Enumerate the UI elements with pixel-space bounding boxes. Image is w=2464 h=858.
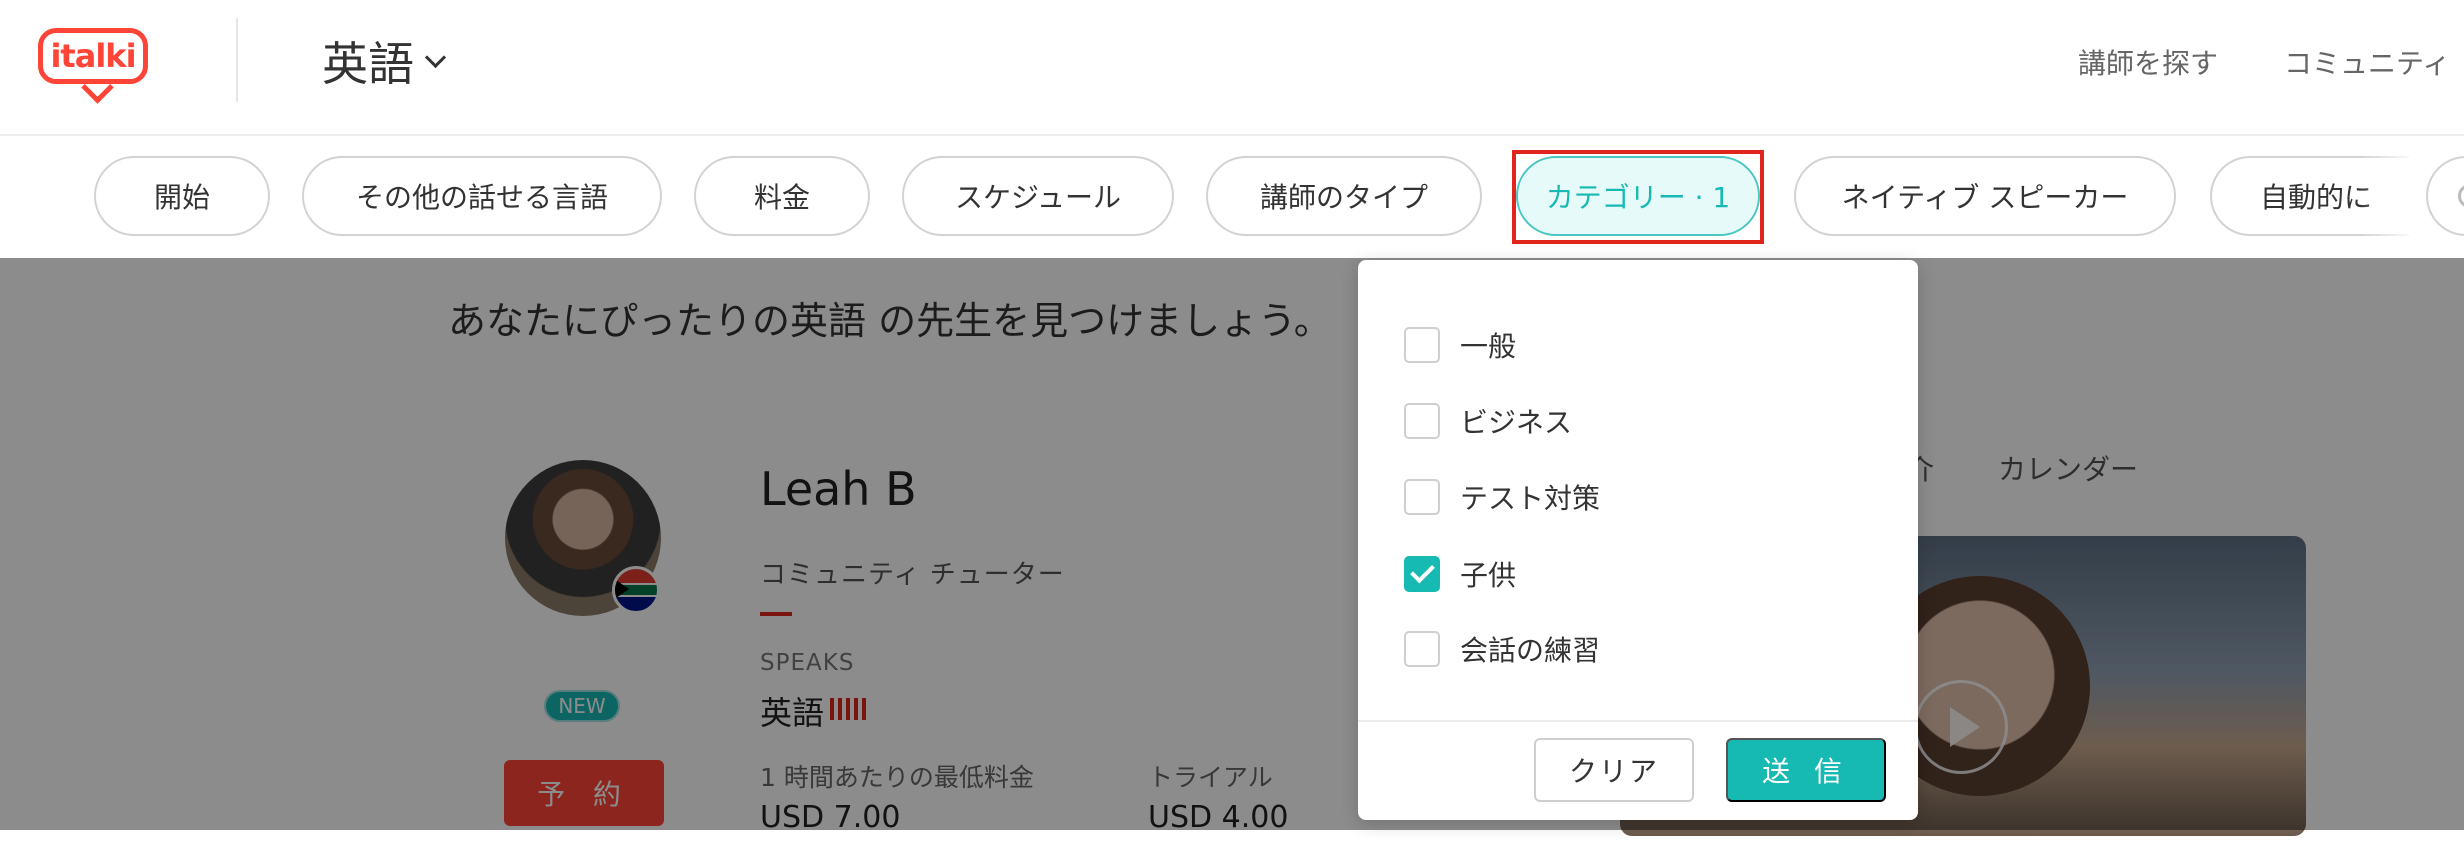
checkbox-test-prep[interactable] (1404, 479, 1440, 515)
filter-teacher-type[interactable]: 講師のタイプ (1206, 156, 1482, 236)
submit-button[interactable]: 送 信 (1726, 738, 1886, 802)
filter-price[interactable]: 料金 (694, 156, 870, 236)
filter-scroll-fade (2360, 136, 2430, 258)
option-label: 子供 (1460, 559, 1517, 592)
logo-text: italki (38, 28, 148, 84)
nav-community[interactable]: コミュニティ (2284, 42, 2450, 82)
filter-native-speaker[interactable]: ネイティブ スピーカー (1794, 156, 2176, 236)
dropdown-divider (1358, 720, 1918, 722)
checkbox-kids-checked[interactable] (1404, 556, 1440, 592)
chevron-down-icon (424, 46, 447, 68)
clear-button[interactable]: クリア (1534, 738, 1694, 802)
modal-backdrop[interactable] (0, 258, 2464, 830)
filter-bar: 開始 その他の話せる言語 料金 スケジュール 講師のタイプ カテゴリー · 1 … (0, 136, 2464, 258)
top-header: italki 英語 講師を探す コミュニティ (0, 0, 2464, 136)
category-option-test-prep[interactable]: テスト対策 (1404, 477, 1600, 517)
category-option-kids[interactable]: 子供 (1404, 554, 1516, 594)
option-label: テスト対策 (1460, 482, 1601, 515)
category-dropdown: 一般 ビジネス テスト対策 子供 会話の練習 クリア 送 信 (1358, 260, 1918, 820)
italki-logo[interactable]: italki (38, 28, 150, 104)
header-divider (236, 18, 238, 102)
checkbox-business[interactable] (1404, 403, 1440, 439)
category-option-business[interactable]: ビジネス (1404, 401, 1572, 441)
language-selector[interactable]: 英語 (322, 26, 447, 96)
option-label: 一般 (1460, 330, 1517, 363)
option-label: 会話の練習 (1460, 634, 1601, 667)
checkbox-general[interactable] (1404, 327, 1440, 363)
filter-other-languages[interactable]: その他の話せる言語 (302, 156, 662, 236)
nav-find-teachers[interactable]: 講師を探す (2078, 42, 2218, 82)
filter-start[interactable]: 開始 (94, 156, 270, 236)
language-label: 英語 (322, 37, 414, 91)
filter-schedule[interactable]: スケジュール (902, 156, 1174, 236)
option-label: ビジネス (1460, 406, 1573, 439)
checkbox-conversation[interactable] (1404, 631, 1440, 667)
search-icon (2458, 184, 2464, 208)
category-option-general[interactable]: 一般 (1404, 325, 1516, 365)
category-option-conversation[interactable]: 会話の練習 (1404, 629, 1600, 669)
filter-category[interactable]: カテゴリー · 1 (1516, 156, 1760, 236)
